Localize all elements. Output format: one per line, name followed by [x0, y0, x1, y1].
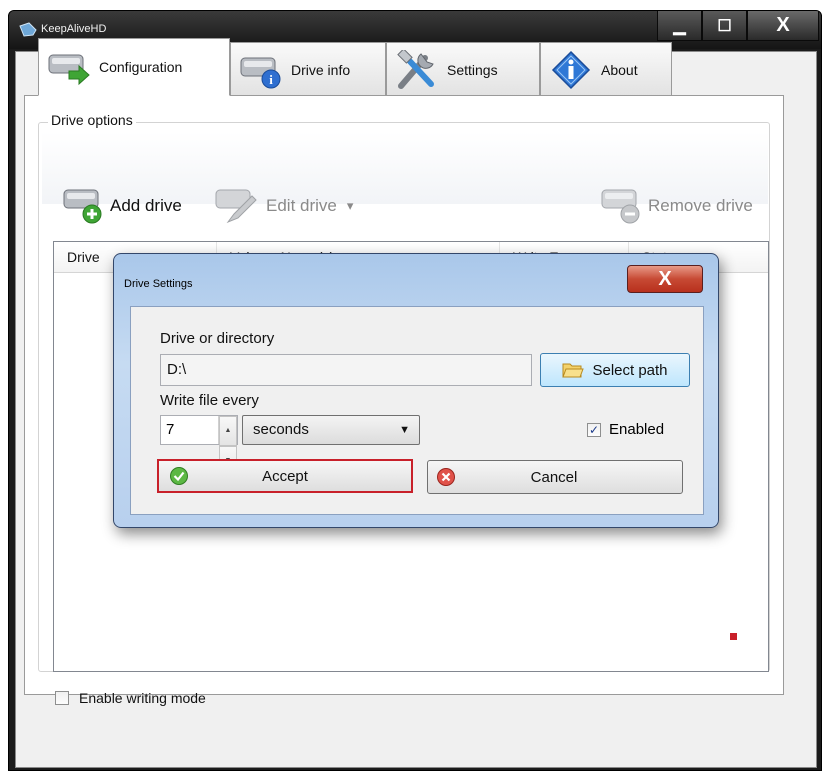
accept-label: Accept: [262, 467, 308, 485]
cancel-label: Cancel: [530, 468, 578, 486]
close-icon: X: [776, 14, 790, 36]
cancel-button[interactable]: Cancel: [427, 460, 683, 494]
enabled-checkbox[interactable]: ✓ Enabled: [587, 421, 664, 438]
remove-drive-button[interactable]: Remove drive: [600, 186, 753, 226]
dialog-body: Drive or directory D:\ Select path Write…: [130, 306, 704, 515]
drive-directory-label: Drive or directory: [160, 330, 275, 347]
tab-about[interactable]: About: [540, 42, 672, 96]
remove-drive-label: Remove drive: [648, 196, 753, 215]
tab-label: About: [601, 61, 638, 78]
add-drive-icon: [63, 189, 102, 224]
select-path-button[interactable]: Select path: [540, 353, 690, 387]
close-button[interactable]: X: [747, 11, 819, 41]
drive-settings-dialog: Drive Settings X Drive or directory D:\ …: [113, 253, 719, 528]
interval-stepper[interactable]: 7 ▲ ▼: [160, 415, 238, 476]
tab-settings[interactable]: Settings: [386, 42, 540, 96]
edit-drive-button[interactable]: Edit drive ▾: [214, 186, 353, 226]
info-icon: [551, 50, 591, 89]
dropdown-arrow-icon: ▼: [399, 424, 410, 436]
maximize-icon: ☐: [717, 17, 732, 35]
add-drive-button[interactable]: Add drive: [62, 186, 182, 226]
chevron-down-icon: ▾: [346, 198, 354, 213]
enabled-check-icon: ✓: [587, 422, 601, 437]
tab-drive-info[interactable]: i Drive info: [230, 42, 386, 96]
enabled-label: Enabled: [609, 421, 665, 438]
enable-writing-mode-checkbox[interactable]: Enable writing mode: [55, 690, 206, 706]
accept-button[interactable]: Accept: [157, 459, 413, 493]
tab-label: Configuration: [99, 59, 183, 75]
tab-label: Settings: [447, 61, 498, 78]
write-file-every-label: Write file every: [160, 392, 259, 409]
tab-configuration[interactable]: Configuration: [38, 38, 230, 96]
tab-label: Drive info: [291, 61, 351, 78]
drive-arrow-icon: [48, 54, 90, 86]
window-title: KeepAliveHD: [41, 23, 107, 35]
minimize-button[interactable]: ▁: [657, 11, 702, 41]
cancel-circle-icon: [437, 468, 455, 486]
remove-drive-icon: [601, 189, 640, 224]
stepper-buttons[interactable]: ▲ ▼: [218, 416, 237, 476]
interval-unit-value: seconds: [253, 421, 309, 438]
interval-value: 7: [166, 421, 175, 438]
checkbox-box: [55, 691, 69, 705]
enable-writing-mode-label: Enable writing mode: [79, 690, 206, 706]
status-marker: [730, 633, 737, 640]
dialog-title: Drive Settings: [124, 278, 193, 290]
edit-drive-label: Edit drive: [266, 196, 337, 215]
drive-options-title: Drive options: [48, 112, 136, 128]
dialog-close-button[interactable]: X: [627, 265, 703, 293]
select-path-label: Select path: [592, 361, 668, 379]
drive-directory-field[interactable]: D:\: [160, 354, 532, 386]
caption-buttons: ▁ ☐ X: [657, 11, 819, 41]
maximize-button[interactable]: ☐: [702, 11, 747, 41]
drive-info-icon: i: [240, 57, 281, 88]
edit-drive-icon: [215, 189, 257, 224]
interval-unit-select[interactable]: seconds ▼: [242, 415, 420, 445]
minimize-icon: ▁: [673, 17, 686, 35]
add-drive-label: Add drive: [110, 196, 182, 215]
folder-icon: [562, 363, 585, 378]
stepper-up-icon[interactable]: ▲: [219, 416, 237, 446]
close-icon: X: [658, 267, 672, 290]
svg-text:i: i: [269, 72, 273, 87]
tools-icon: [397, 49, 434, 89]
check-circle-icon: [170, 467, 188, 485]
app-icon: [19, 22, 37, 37]
